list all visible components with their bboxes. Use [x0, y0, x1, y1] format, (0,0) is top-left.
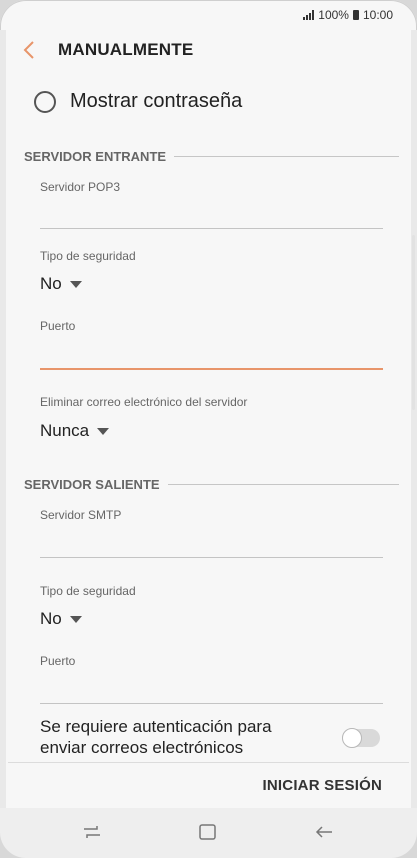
app-header: MANUALMENTE	[0, 30, 417, 70]
signin-button[interactable]: INICIAR SESIÓN	[263, 777, 382, 794]
pop3-server-label: Servidor POP3	[40, 180, 121, 194]
caret-down-icon	[69, 615, 82, 623]
phone-screen: 100% 10:00 MANUALMENTE Mostrar contraseñ…	[0, 0, 417, 858]
back-arrow-icon[interactable]	[312, 822, 336, 842]
show-password-option[interactable]: Mostrar contraseña	[34, 90, 242, 113]
clock: 10:00	[362, 8, 393, 22]
side-scroll-indicator	[412, 235, 415, 410]
section-divider	[167, 483, 399, 485]
outgoing-security-select[interactable]: No	[40, 609, 82, 629]
delete-email-select[interactable]: Nunca	[40, 421, 110, 441]
delete-email-label: Eliminar correo electrónico del servidor	[40, 395, 248, 409]
battery-percentage: 100%	[318, 8, 349, 22]
home-icon[interactable]	[196, 822, 220, 842]
outgoing-port-input[interactable]	[40, 675, 383, 704]
smtp-server-input[interactable]	[40, 529, 383, 558]
battery-icon	[352, 10, 359, 20]
recent-apps-icon[interactable]	[80, 822, 104, 842]
incoming-section-title: SERVIDOR ENTRANTE	[24, 148, 167, 164]
outgoing-section-title: SERVIDOR SALIENTE	[24, 476, 160, 492]
incoming-security-select[interactable]: No	[40, 274, 82, 294]
footer-divider	[8, 762, 409, 763]
incoming-server-section: SERVIDOR ENTRANTE	[24, 148, 399, 164]
caret-down-icon	[97, 427, 110, 435]
auth-required-label: Se requiere autenticación para enviar co…	[40, 717, 272, 757]
outgoing-security-value: No	[40, 609, 62, 628]
section-divider	[174, 155, 399, 157]
incoming-security-label: Tipo de seguridad	[40, 249, 136, 263]
show-password-radio[interactable]	[34, 90, 56, 113]
incoming-security-value: No	[40, 274, 62, 293]
incoming-port-label: Puerto	[40, 319, 76, 333]
system-nav-bar	[0, 808, 417, 858]
pop3-server-input[interactable]	[40, 200, 383, 229]
outgoing-port-label: Puerto	[40, 654, 76, 668]
chevron-left-icon[interactable]	[20, 38, 40, 62]
screen-edge-right	[411, 30, 417, 828]
screen-edge-left	[0, 30, 6, 828]
incoming-port-input[interactable]	[40, 340, 383, 370]
status-bar: 100% 10:00	[303, 6, 393, 24]
toggle-knob	[342, 728, 362, 748]
smtp-server-label: Servidor SMTP	[40, 508, 122, 522]
page-title: MANUALMENTE	[58, 40, 194, 59]
outgoing-server-section: SERVIDOR SALIENTE	[24, 476, 399, 492]
outgoing-security-label: Tipo de seguridad	[40, 584, 136, 598]
show-password-label: Mostrar contraseña	[70, 90, 243, 112]
delete-email-value: Nunca	[40, 421, 90, 440]
auth-required-toggle[interactable]	[342, 728, 380, 748]
signal-icon	[303, 10, 315, 20]
caret-down-icon	[69, 280, 82, 288]
